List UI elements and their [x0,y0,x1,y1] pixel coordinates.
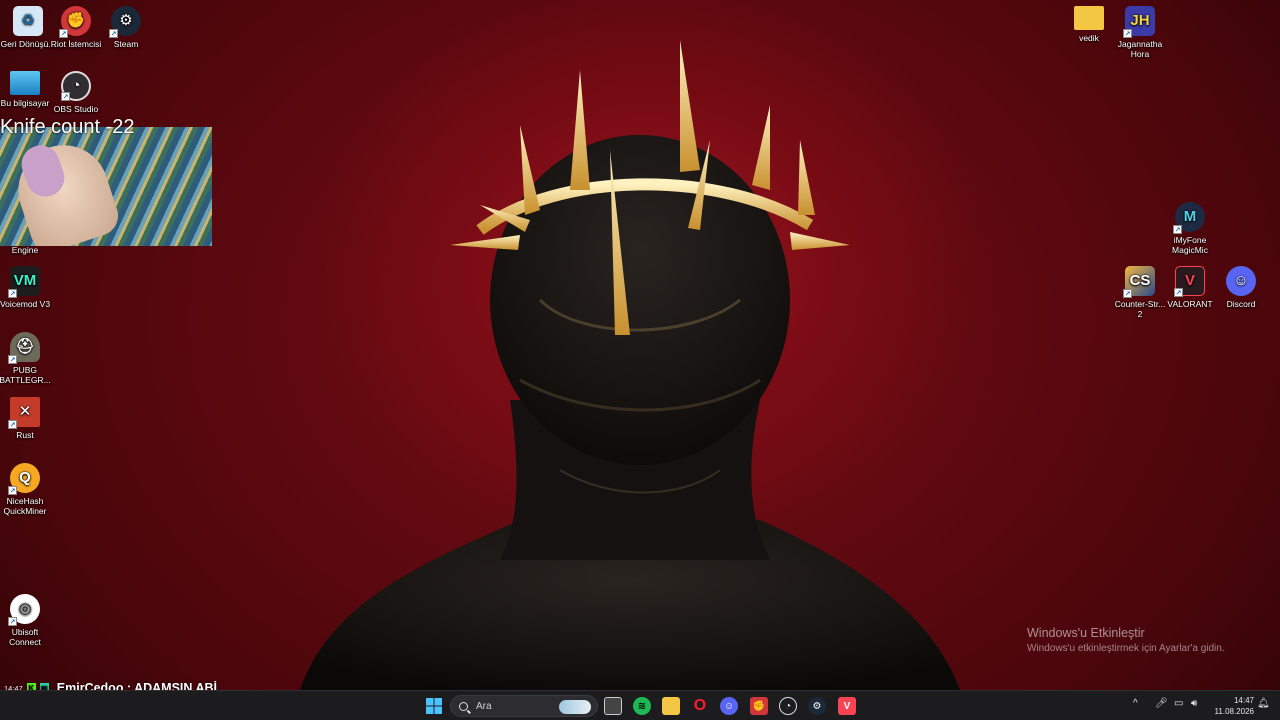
desktop-icon-label: PUBG BATTLEGR... [0,365,51,385]
desktop-icon-nicehash[interactable]: Q ↗ NiceHash QuickMiner [0,463,53,516]
webcam-overlay [0,127,212,246]
shortcut-arrow-icon: ↗ [8,617,17,626]
counter-strike-icon: CS ↗ [1123,266,1155,298]
shortcut-arrow-icon: ↗ [8,355,17,364]
this-pc-icon [10,71,40,95]
desktop-icon-label: iMyFone MagicMic [1172,235,1208,255]
desktop-icon-label: Voicemod V3 [0,299,51,309]
rust-icon: ✕ ↗ [8,397,40,429]
shortcut-arrow-icon: ↗ [1174,288,1183,297]
desktop-icon-label: OBS Studio [53,104,99,114]
activation-watermark-title: Windows'u Etkinleştir [1027,626,1145,640]
steam-taskbar-icon[interactable]: ⚙ [808,697,826,715]
desktop-icon-obs[interactable]: ◔ ↗ OBS Studio [48,71,104,114]
network-icon[interactable]: ▭ [1174,698,1183,709]
shortcut-arrow-icon: ↗ [8,420,17,429]
desktop-icon-label: Counter-Str... 2 [1114,299,1166,319]
jagannatha-hora-icon: JH ↗ [1123,6,1155,38]
show-hidden-icons-chevron-icon[interactable]: ^ [1133,698,1138,709]
riot-client-taskbar-icon[interactable]: ✊ [750,697,768,715]
shortcut-arrow-icon: ↗ [1173,225,1182,234]
desktop-wallpaper [0,0,1280,690]
desktop-icon-valorant[interactable]: V ↗ VALORANT [1162,266,1218,309]
volume-icon[interactable]: 🔊︎ [1191,698,1197,709]
shortcut-arrow-icon: ↗ [61,92,70,101]
shortcut-arrow-icon: ↗ [1123,29,1132,38]
valorant-icon: V ↗ [1174,266,1205,297]
taskbar-search[interactable]: Ara [450,695,598,717]
notification-bell-icon[interactable]: 🔔︎ [1257,698,1270,709]
desktop-icon-this-pc[interactable]: Bu bilgisayar [0,71,53,108]
shortcut-arrow-icon: ↗ [109,29,118,38]
voicemod-icon: VM ↗ [8,266,40,298]
discord-icon: ☺ [1226,266,1256,296]
steam-icon: ⚙ ↗ [109,6,141,38]
microphone-icon[interactable]: 🎤︎ [1155,698,1168,709]
desktop-icon-counter-strike[interactable]: CS ↗ Counter-Str... 2 [1112,266,1168,319]
pubg-icon: ⛑ ↗ [8,332,40,364]
desktop-icon-label: Riot İstemcisi [50,39,102,49]
desktop-icon-label: Steam [113,39,139,49]
riot-client-icon: ✊ ↗ [59,6,91,38]
discord-taskbar-icon[interactable]: ☺ [720,697,738,715]
desktop-icon-pubg[interactable]: ⛑ ↗ PUBG BATTLEGR... [0,332,53,385]
opera-icon[interactable]: O [691,697,709,715]
desktop-icon-discord[interactable]: ☺ Discord [1213,266,1269,309]
desktop-icon-label: NiceHash QuickMiner [3,496,47,516]
desktop-icon-ubisoft[interactable]: ◎ ↗ Ubisoft Connect [0,594,53,647]
desktop-icon-label: Rust [16,430,34,440]
clock-time: 14:47 [1233,696,1254,705]
desktop-icon-jagannatha-hora[interactable]: JH ↗ Jagannatha Hora [1112,6,1168,59]
activation-watermark-subtitle: Windows'u etkinleştirmek için Ayarlar'a … [1027,643,1225,654]
valorant-taskbar-icon[interactable]: V [838,697,856,715]
desktop-icon-riot-client[interactable]: ✊ ↗ Riot İstemcisi [48,6,104,49]
clock-date: 11.08.2026 [1214,707,1254,716]
desktop-icon-magicmic[interactable]: M ↗ iMyFone MagicMic [1162,202,1218,255]
folder-icon [1074,6,1104,30]
wallpaper-figure [300,40,960,690]
desktop-icon-vedik[interactable]: vedik [1061,6,1117,43]
magicmic-icon: M ↗ [1173,202,1205,234]
shortcut-arrow-icon: ↗ [8,289,17,298]
taskbar: Ara ≋ O ☺ ✊ ◔ ⚙ V ^ 🎤︎ ▭ 🔊︎ 14:47 11.08.… [0,690,1280,720]
shortcut-arrow-icon: ↗ [8,486,17,495]
nicehash-icon: Q ↗ [8,463,40,495]
desktop-icon-label: Ubisoft Connect [9,627,41,647]
desktop-icon-label: VALORANT [1167,299,1213,309]
file-explorer-icon[interactable] [662,697,680,715]
desktop-icon-label: Engine [11,245,39,255]
start-icon[interactable] [425,697,443,715]
desktop-icon-voicemod[interactable]: VM ↗ Voicemod V3 [0,266,53,309]
desktop-icon-label: vedik [1079,33,1099,43]
desktop-icon-label: Bu bilgisayar [0,98,50,108]
desktop-icon-engine[interactable]: Engine [0,245,53,255]
search-highlight-art [559,700,591,714]
search-icon [459,701,468,711]
ubisoft-icon: ◎ ↗ [8,594,40,626]
obs-icon: ◔ ↗ [61,71,91,101]
desktop-icon-rust[interactable]: ✕ ↗ Rust [0,397,53,440]
desktop-icon-label: Discord [1226,299,1256,309]
task-view-icon[interactable] [604,697,622,715]
search-placeholder: Ara [476,700,492,712]
taskbar-clock[interactable]: 14:47 11.08.2026 [1206,695,1254,717]
webcam-title: Knife count -22 [0,116,135,138]
desktop-icon-steam[interactable]: ⚙ ↗ Steam [98,6,154,49]
recycle-bin-icon: ♻ [13,6,43,36]
obs-taskbar-icon[interactable]: ◔ [779,697,797,715]
desktop-icon-label: Jagannatha Hora [1117,39,1163,59]
webcam-hand [6,133,124,246]
shortcut-arrow-icon: ↗ [1123,289,1132,298]
spotify-icon[interactable]: ≋ [633,697,651,715]
shortcut-arrow-icon: ↗ [59,29,68,38]
